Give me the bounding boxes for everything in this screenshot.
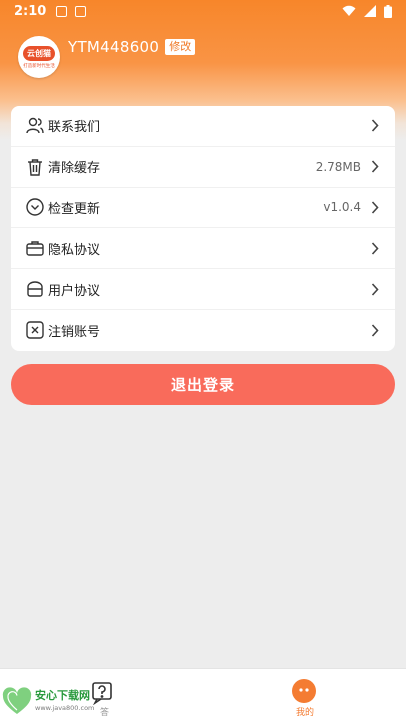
username: YTM448600 xyxy=(68,38,160,56)
watermark: 安心下载网 www.java800.com xyxy=(2,687,94,717)
settings-menu-card: 联系我们 清除缓存 2.78MB 检查更新 v1.0.4 隐私协议 用户协议 注… xyxy=(11,106,395,351)
image-notification-icon xyxy=(75,5,87,17)
watermark-url: www.java800.com xyxy=(35,704,95,712)
cache-size-value: 2.78MB xyxy=(315,159,361,174)
edit-profile-button[interactable]: 修改 xyxy=(165,39,196,55)
logout-button[interactable]: 退出登录 xyxy=(11,364,395,405)
chevron-right-icon xyxy=(369,160,381,173)
chevron-right-icon xyxy=(369,324,381,337)
menu-item-contact-us[interactable]: 联系我们 xyxy=(11,106,395,147)
privacy-icon xyxy=(25,238,45,258)
wifi-icon xyxy=(342,5,356,16)
menu-item-label: 隐私协议 xyxy=(48,242,101,258)
avatar-logo: 云创猫 xyxy=(23,45,55,61)
status-time: 2:10 xyxy=(14,3,47,19)
status-bar: 2:10 xyxy=(0,0,406,22)
menu-item-check-update[interactable]: 检查更新 v1.0.4 xyxy=(11,188,395,229)
cancel-account-icon xyxy=(25,320,45,340)
menu-item-label: 注销账号 xyxy=(48,324,101,340)
menu-item-user-agreement[interactable]: 用户协议 xyxy=(11,269,395,310)
menu-item-label: 用户协议 xyxy=(48,283,101,299)
profile-section: 云创猫 打造新时代生活 YTM448600 修改 xyxy=(18,36,196,78)
avatar-slogan: 打造新时代生活 xyxy=(23,63,55,69)
watermark-title: 安心下载网 xyxy=(35,689,90,702)
chevron-right-icon xyxy=(369,242,381,255)
tab-mine-label[interactable]: 我的 xyxy=(296,705,314,718)
menu-item-privacy-policy[interactable]: 隐私协议 xyxy=(11,228,395,270)
trash-icon xyxy=(25,157,45,177)
chevron-right-icon xyxy=(369,119,381,132)
tab-mine-icon[interactable] xyxy=(292,679,316,703)
bottom-tab-bar: 安心下载网 www.java800.com 答 我的 xyxy=(0,668,406,723)
battery-icon xyxy=(384,4,392,18)
signal-icon xyxy=(364,5,376,17)
heart-logo-icon xyxy=(2,687,32,714)
tab-help-label[interactable]: 答 xyxy=(100,705,109,718)
chevron-right-icon xyxy=(369,201,381,214)
question-icon[interactable] xyxy=(90,681,114,705)
menu-item-label: 清除缓存 xyxy=(48,161,101,177)
menu-item-label: 联系我们 xyxy=(48,120,101,136)
menu-item-cancel-account[interactable]: 注销账号 xyxy=(11,310,395,351)
user-agreement-icon xyxy=(25,279,45,299)
notification-icon xyxy=(56,5,68,17)
menu-item-clear-cache[interactable]: 清除缓存 2.78MB xyxy=(11,147,395,188)
version-value: v1.0.4 xyxy=(323,200,361,215)
update-icon xyxy=(25,197,45,217)
menu-item-label: 检查更新 xyxy=(48,201,101,217)
avatar[interactable]: 云创猫 打造新时代生活 xyxy=(18,36,60,78)
contact-icon xyxy=(25,116,45,136)
chevron-right-icon xyxy=(369,283,381,296)
